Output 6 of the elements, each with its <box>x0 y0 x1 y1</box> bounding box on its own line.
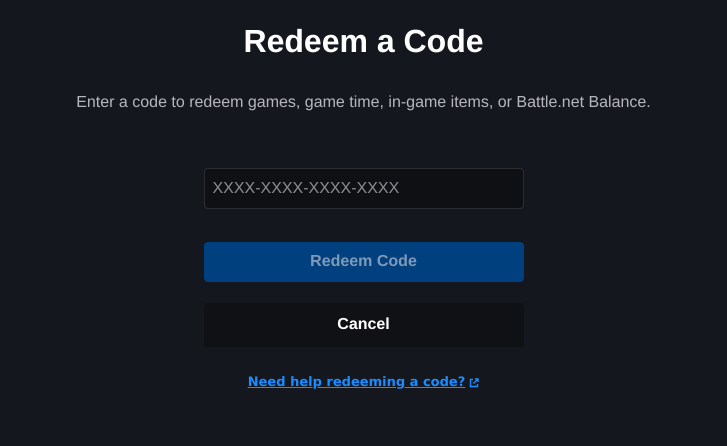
code-input-field[interactable]: XXXX-XXXX-XXXX-XXXX <box>204 168 524 209</box>
cancel-button[interactable]: Cancel <box>204 303 524 347</box>
external-link-icon <box>469 378 480 388</box>
help-link[interactable]: Need help redeeming a code? <box>248 375 480 390</box>
instructions-text: Enter a code to redeem games, game time, in-game items, or Battle.net Balance. <box>76 94 651 112</box>
page-title: Redeem a Code <box>243 22 484 60</box>
